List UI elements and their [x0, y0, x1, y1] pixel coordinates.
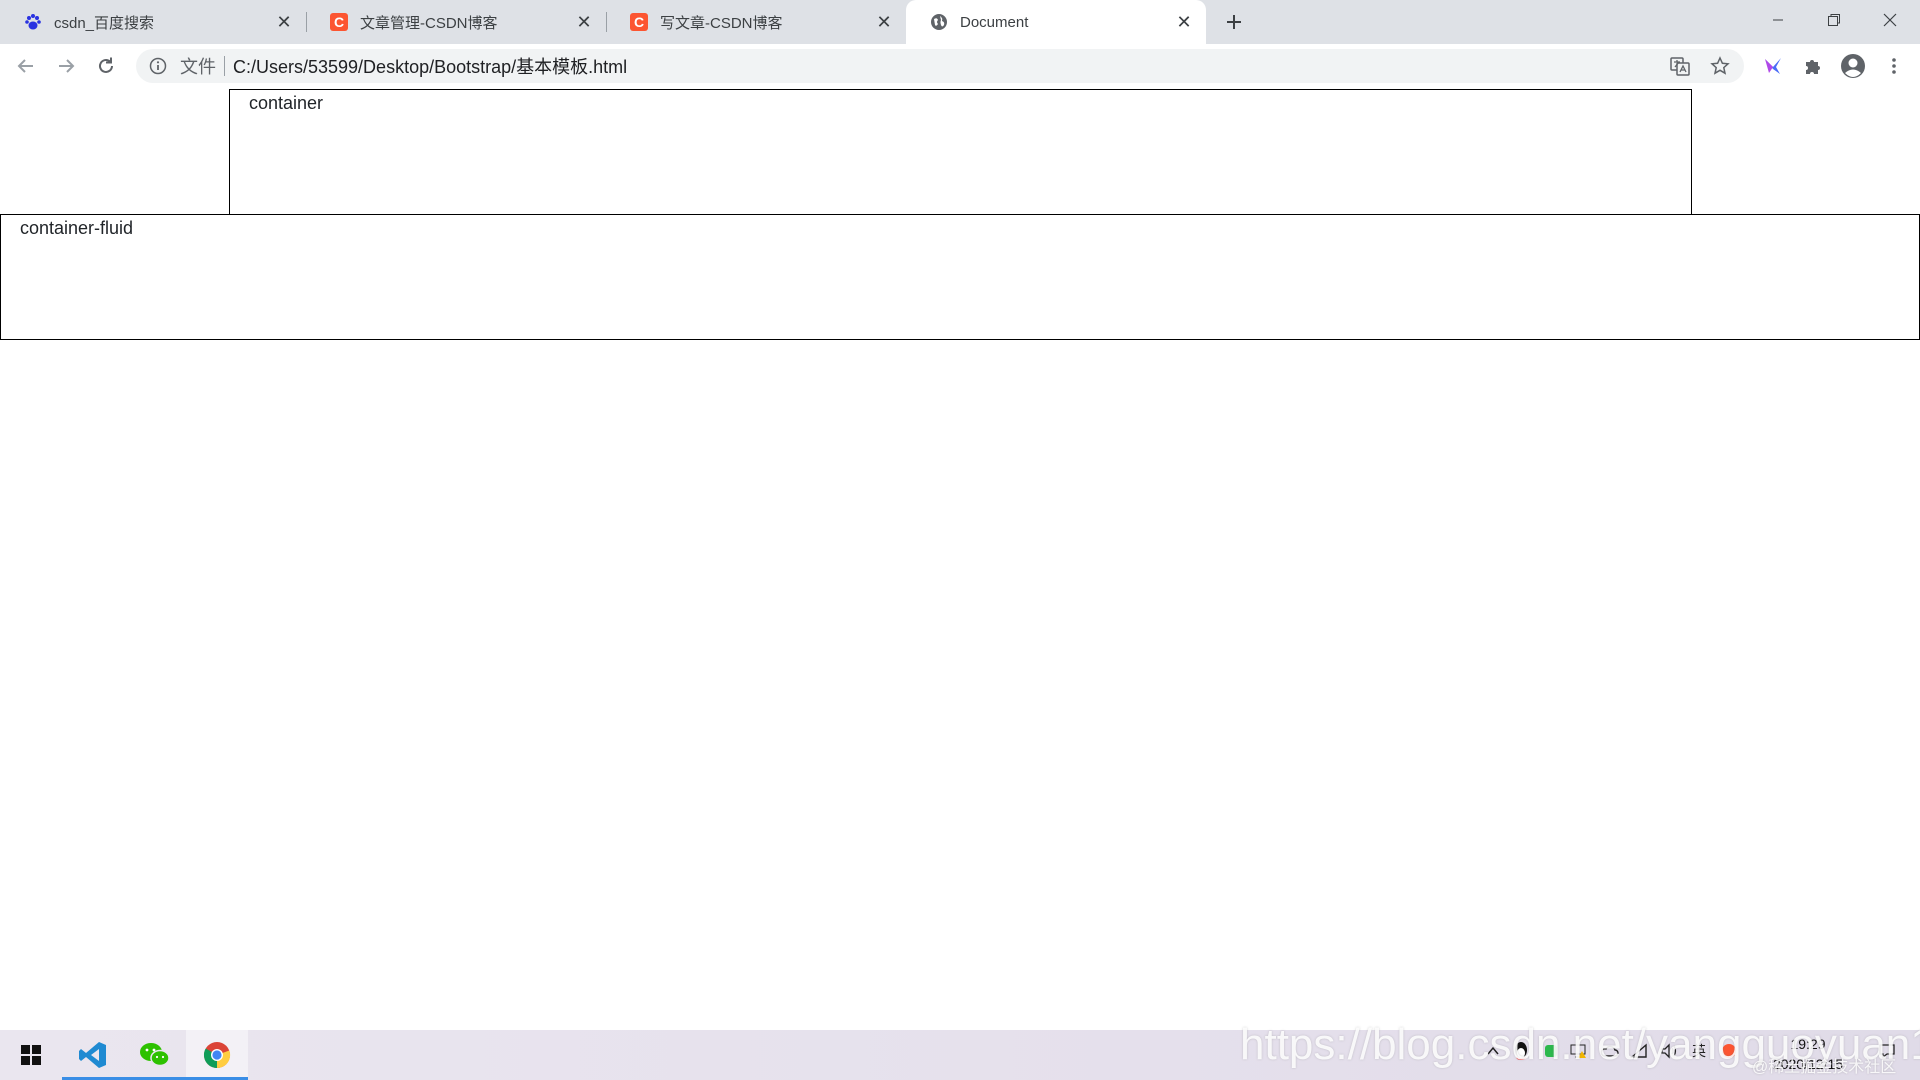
new-tab-button[interactable]	[1220, 8, 1248, 36]
address-bar[interactable]: 文件 C:/Users/53599/Desktop/Bootstrap/基本模板…	[136, 49, 1744, 83]
tab-close-icon[interactable]: ✕	[274, 12, 294, 32]
tab-write-article[interactable]: C 写文章-CSDN博客 ✕	[606, 0, 906, 44]
reload-button[interactable]	[90, 50, 122, 82]
green-app-tray-icon[interactable]	[1540, 1040, 1562, 1062]
back-button[interactable]	[10, 50, 42, 82]
tab-article-manage[interactable]: C 文章管理-CSDN博客 ✕	[306, 0, 606, 44]
url-text[interactable]: C:/Users/53599/Desktop/Bootstrap/基本模板.ht…	[233, 53, 627, 79]
network-warning-icon[interactable]	[1568, 1040, 1590, 1062]
tab-strip: csdn_百度搜索 ✕ C 文章管理-CSDN博客 ✕ C 写文章-CSDN博客…	[0, 0, 1920, 44]
tab-baidu[interactable]: csdn_百度搜索 ✕	[0, 0, 306, 44]
globe-icon	[930, 13, 948, 31]
onedrive-cloud-icon[interactable]	[1598, 1040, 1620, 1062]
csdn-icon: C	[630, 13, 648, 31]
restore-button[interactable]	[1806, 0, 1862, 40]
tab-close-icon[interactable]: ✕	[1174, 12, 1194, 32]
profile-avatar-icon[interactable]	[1839, 52, 1867, 80]
vscode-icon	[79, 1042, 106, 1068]
forward-button[interactable]	[50, 50, 82, 82]
ime-language-label[interactable]: 英	[1688, 1040, 1710, 1062]
tab-document[interactable]: Document ✕	[906, 0, 1206, 44]
close-window-button[interactable]	[1862, 0, 1918, 40]
extensions-puzzle-icon[interactable]	[1799, 52, 1827, 80]
browser-toolbar: 文件 C:/Users/53599/Desktop/Bootstrap/基本模板…	[0, 44, 1920, 88]
container-label: container	[249, 93, 324, 113]
volume-icon[interactable]	[1658, 1040, 1680, 1062]
tab-title: Document	[960, 13, 1029, 31]
tab-title: csdn_百度搜索	[54, 14, 155, 32]
tray-chevron-up-icon[interactable]	[1482, 1040, 1504, 1062]
csdn-tray-icon[interactable]	[1718, 1040, 1740, 1062]
bookmark-star-icon[interactable]	[1706, 52, 1734, 80]
qq-penguin-icon[interactable]	[1510, 1040, 1532, 1062]
chrome-icon	[203, 1042, 231, 1069]
wifi-icon[interactable]	[1628, 1040, 1650, 1062]
tab-title: 文章管理-CSDN博客	[360, 14, 498, 32]
extension-bird-icon[interactable]	[1759, 52, 1787, 80]
watermark-credit: @稀土掘金技术社区	[1752, 1059, 1897, 1076]
taskbar-wechat[interactable]	[124, 1030, 186, 1080]
tab-title: 写文章-CSDN博客	[660, 14, 783, 32]
taskbar-chrome[interactable]	[186, 1030, 248, 1080]
baidu-paw-icon	[24, 13, 42, 31]
page-viewport: container container-fluid	[0, 88, 1920, 1030]
clock-time: 19:29	[1790, 1036, 1826, 1052]
start-button[interactable]	[0, 1030, 62, 1080]
container-box: container	[229, 89, 1692, 215]
scheme-label: 文件	[180, 57, 216, 77]
taskbar-vscode[interactable]	[62, 1030, 124, 1080]
info-icon[interactable]	[148, 56, 168, 76]
container-fluid-label: container-fluid	[20, 218, 134, 238]
menu-kebab-icon[interactable]	[1880, 52, 1908, 80]
omnibox-divider	[224, 56, 225, 76]
minimize-button[interactable]	[1750, 0, 1806, 40]
tab-close-icon[interactable]: ✕	[874, 12, 894, 32]
container-fluid-box: container-fluid	[0, 214, 1920, 340]
csdn-icon: C	[330, 13, 348, 31]
tab-close-icon[interactable]: ✕	[574, 12, 594, 32]
wechat-icon	[140, 1043, 170, 1067]
translate-icon[interactable]	[1666, 52, 1694, 80]
